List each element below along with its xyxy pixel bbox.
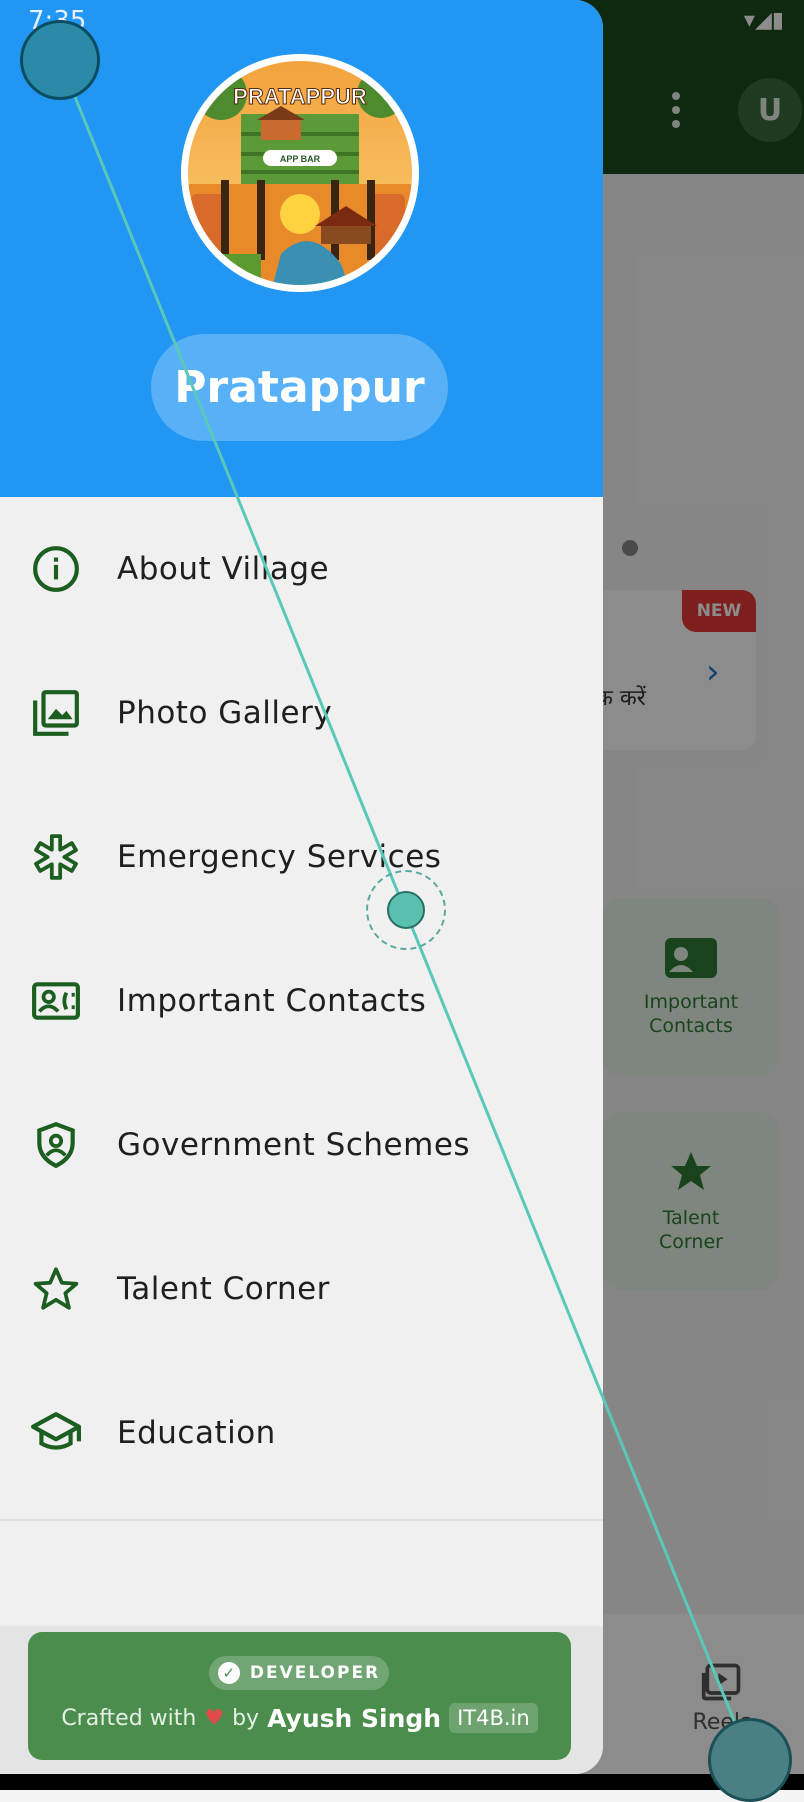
menu-item-label: Important Contacts — [117, 983, 427, 1019]
navigation-drawer: 7:35 — [0, 0, 603, 1774]
menu-item-label: Talent Corner — [117, 1271, 330, 1307]
credits-line: Crafted with ♥ by Ayush Singh IT4B.in — [28, 1698, 571, 1738]
menu-item-important-contacts[interactable]: Important Contacts — [0, 929, 603, 1073]
menu-item-label: Government Schemes — [117, 1127, 471, 1163]
contact-card-icon — [28, 973, 84, 1029]
author-name: Ayush Singh — [267, 1703, 442, 1733]
drawer-menu: About Village Photo Gallery Emergency Se… — [0, 497, 603, 1505]
medical-asterisk-icon — [28, 829, 84, 885]
village-name: Pratappur — [151, 334, 448, 441]
developer-badge-label: DEVELOPER — [249, 1663, 381, 1683]
menu-item-photo-gallery[interactable]: Photo Gallery — [0, 641, 603, 785]
developer-card[interactable] — [28, 1632, 571, 1760]
menu-item-education[interactable]: Education — [0, 1361, 603, 1505]
logo-title: PRATAPPUR — [233, 84, 367, 109]
menu-item-emergency-services[interactable]: Emergency Services — [0, 785, 603, 929]
heart-icon: ♥ — [204, 1705, 225, 1731]
touch-start-indicator — [20, 20, 100, 100]
menu-item-about-village[interactable]: About Village — [0, 497, 603, 641]
site-link[interactable]: IT4B.in — [449, 1703, 538, 1733]
crafted-by-text: by — [232, 1705, 260, 1731]
menu-item-label: Emergency Services — [117, 839, 442, 875]
menu-item-talent-corner[interactable]: Talent Corner — [0, 1217, 603, 1361]
menu-item-label: Education — [117, 1415, 276, 1451]
menu-item-label: Photo Gallery — [117, 695, 333, 731]
touch-midpoint-indicator — [366, 870, 446, 950]
info-icon — [28, 541, 84, 597]
developer-badge: ✓ DEVELOPER — [209, 1656, 389, 1690]
crafted-with-text: Crafted with — [61, 1705, 197, 1731]
menu-divider — [0, 1519, 603, 1521]
menu-item-government-schemes[interactable]: Government Schemes — [0, 1073, 603, 1217]
logo-subtitle: APP BAR — [280, 154, 321, 164]
shield-icon — [28, 1117, 84, 1173]
graduation-cap-icon — [28, 1405, 84, 1461]
verified-check-icon: ✓ — [217, 1662, 240, 1684]
touch-end-indicator — [708, 1718, 792, 1802]
village-logo: PRATAPPUR APP BAR — [181, 54, 419, 292]
menu-item-label: About Village — [117, 551, 330, 587]
photo-library-icon — [28, 685, 84, 741]
star-icon — [28, 1261, 84, 1317]
